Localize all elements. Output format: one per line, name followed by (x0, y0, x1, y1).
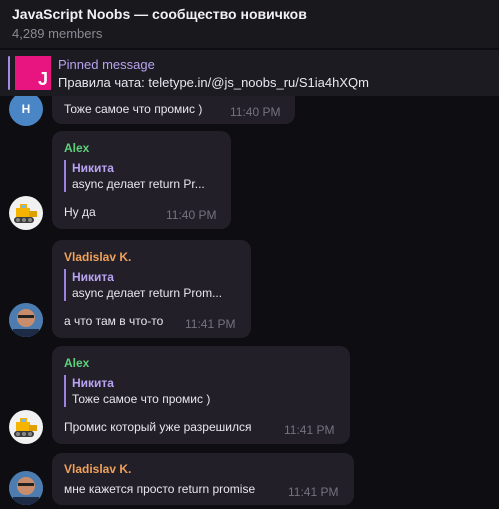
pinned-title: Pinned message (58, 57, 155, 72)
message-time: 11:41 PM (288, 485, 339, 499)
quote-text: async делает return Pr... (72, 177, 205, 191)
message-bubble[interactable]: Alex Никита Тоже самое что промис ) Пром… (52, 346, 350, 444)
message-bubble[interactable]: Alex Никита async делает return Pr... Ну… (52, 131, 231, 229)
message-time: 11:40 PM (166, 208, 217, 222)
message-bubble[interactable]: Vladislav K. мне кажется просто return p… (52, 453, 354, 505)
message-text: Промис который уже разрешился (64, 420, 252, 434)
message-time: 11:41 PM (185, 317, 236, 331)
quote-text: async делает return Prom... (72, 286, 223, 300)
bulldozer-icon (14, 418, 37, 437)
message-list[interactable]: H Тоже самое что промис ) 11:40 PM Alex … (0, 96, 499, 509)
user-photo-icon (9, 303, 43, 337)
quote-author: Никита (72, 376, 114, 390)
message-text: а что там в что-то (64, 314, 164, 328)
pinned-text: Правила чата: teletype.in/@js_noobs_ru/S… (58, 75, 369, 90)
reply-quote[interactable]: Никита async делает return Prom... (64, 269, 222, 301)
avatar[interactable] (9, 410, 43, 444)
reply-quote[interactable]: Никита Тоже самое что промис ) (64, 375, 210, 407)
message-bubble[interactable]: Vladislav K. Никита async делает return … (52, 240, 251, 338)
pinned-thumbnail: J (15, 56, 51, 90)
pinned-thumb-letter: J (37, 69, 48, 89)
message-bubble[interactable]: Тоже самое что промис ) 11:40 PM (52, 96, 295, 124)
quote-author: Никита (72, 161, 114, 175)
avatar[interactable] (9, 303, 43, 337)
sender-name[interactable]: Alex (64, 356, 89, 370)
avatar-letter: H (21, 102, 31, 116)
pinned-accent-bar (8, 56, 10, 90)
pinned-message-bar[interactable]: J Pinned message Правила чата: teletype.… (0, 50, 499, 96)
sender-name[interactable]: Vladislav K. (64, 250, 131, 264)
user-photo-icon (9, 471, 43, 505)
sender-name[interactable]: Alex (64, 141, 89, 155)
message-time: 11:40 PM (230, 105, 281, 119)
avatar[interactable]: H (9, 96, 43, 126)
chat-header[interactable]: JavaScript Noobs — сообщество новичков 4… (0, 0, 499, 48)
message-text: мне кажется просто return promise (64, 482, 256, 496)
message-text: Ну да (64, 205, 96, 219)
sender-name[interactable]: Vladislav K. (64, 462, 131, 476)
bulldozer-icon (14, 204, 37, 223)
member-count: 4,289 members (12, 26, 103, 41)
quote-text: Тоже самое что промис ) (72, 392, 211, 406)
avatar[interactable] (9, 196, 43, 230)
message-time: 11:41 PM (284, 423, 335, 437)
reply-quote[interactable]: Никита async делает return Pr... (64, 160, 205, 192)
avatar[interactable] (9, 471, 43, 505)
chat-title: JavaScript Noobs — сообщество новичков (12, 6, 307, 22)
quote-author: Никита (72, 270, 114, 284)
message-text: Тоже самое что промис ) (64, 102, 203, 116)
